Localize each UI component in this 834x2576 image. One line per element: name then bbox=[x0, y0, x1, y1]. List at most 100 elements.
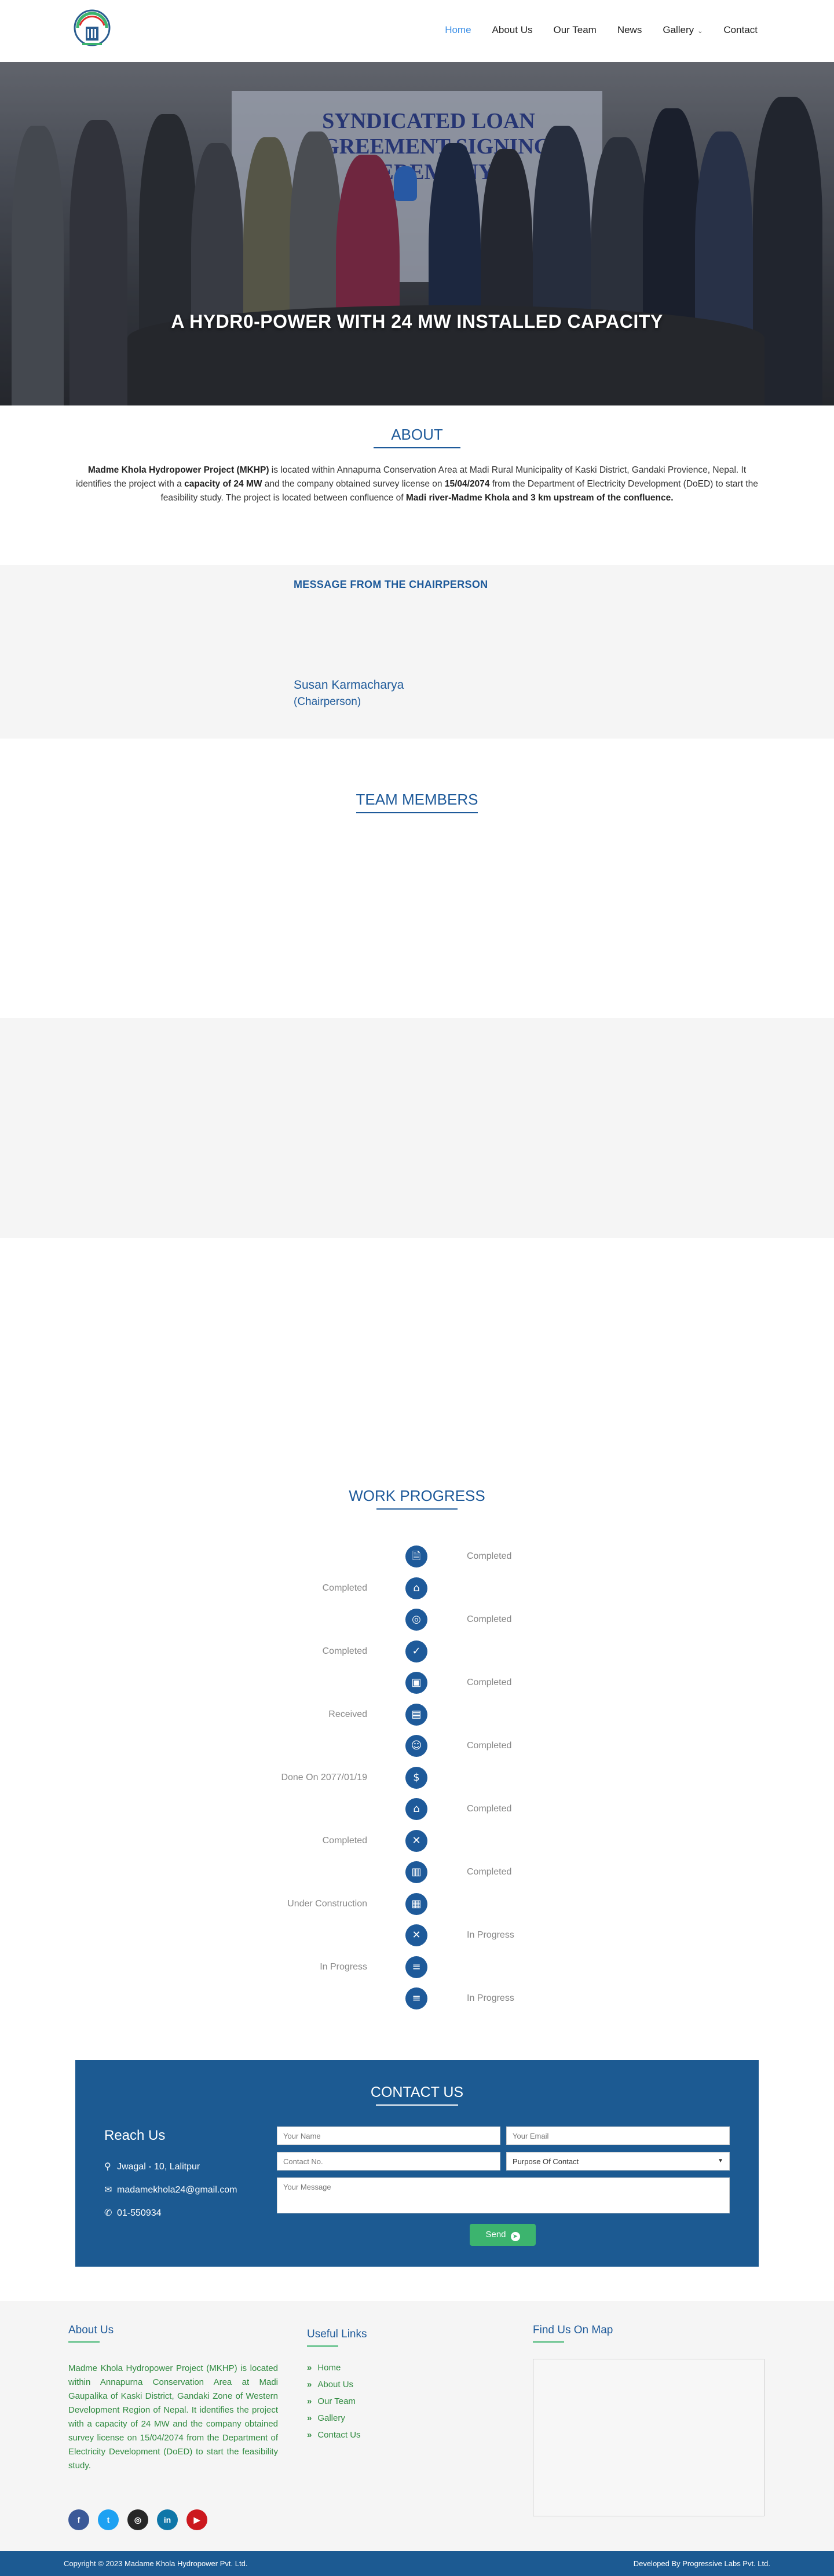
contact-phone[interactable]: ✆ 01-550934 bbox=[104, 2207, 162, 2219]
name-input[interactable]: Your Name bbox=[277, 2126, 500, 2145]
footer-links: » Home » About Us » Our Team » Gallery » Contact … bbox=[307, 2363, 361, 2447]
chairperson-section: MESSAGE FROM THE CHAIRPERSON Susan Karma… bbox=[0, 565, 834, 739]
progress-status: Completed bbox=[467, 1867, 512, 1877]
footer-link-label: Our Team bbox=[317, 2396, 356, 2406]
youtube-icon[interactable]: ▶ bbox=[186, 2509, 207, 2530]
reach-us-title: Reach Us bbox=[104, 2128, 166, 2143]
address-text: Jwagal - 10, Lalitpur bbox=[117, 2162, 200, 2172]
nav-home[interactable]: Home bbox=[445, 24, 471, 36]
contact-address: ⚲ Jwagal - 10, Lalitpur bbox=[104, 2161, 200, 2172]
team-heading-text: TEAM MEMBERS bbox=[356, 791, 478, 808]
calendar-check-icon: ▣ bbox=[405, 1672, 427, 1694]
phone-icon: ✆ bbox=[104, 2208, 112, 2218]
double-chevron-icon: » bbox=[307, 2380, 312, 2389]
hero-banner: SYNDICATED LOAN AGREEMENT SIGNING CEREMO… bbox=[0, 62, 834, 405]
nav-news[interactable]: News bbox=[617, 24, 642, 36]
list-icon: ≡ bbox=[405, 1956, 427, 1978]
footer-link-label: Contact Us bbox=[317, 2430, 361, 2440]
purpose-selected-value: Purpose Of Contact bbox=[513, 2157, 579, 2166]
heading-underline bbox=[68, 2341, 100, 2343]
progress-item: ▣ Completed bbox=[0, 1672, 834, 1695]
main-nav: Home About Us Our Team News Gallery ⌄ Con… bbox=[445, 24, 758, 36]
progress-status: Received bbox=[328, 1709, 367, 1719]
facebook-icon[interactable]: f bbox=[68, 2509, 89, 2530]
progress-item: ✕ Completed bbox=[0, 1829, 834, 1853]
building-icon: ⌂ bbox=[405, 1798, 427, 1820]
email-input[interactable]: Your Email bbox=[506, 2126, 730, 2145]
heading-underline bbox=[376, 1508, 458, 1510]
nav-about[interactable]: About Us bbox=[492, 24, 533, 36]
progress-status: Completed bbox=[467, 1804, 512, 1814]
copyright-text: Copyright © 2023 Madame Khola Hydropower… bbox=[64, 2559, 248, 2568]
footer-links-heading-text: Useful Links bbox=[307, 2328, 367, 2340]
navbar: Home About Us Our Team News Gallery ⌄ Con… bbox=[0, 0, 834, 62]
nav-gallery-label: Gallery bbox=[663, 24, 694, 35]
globe-icon: ◎ bbox=[405, 1609, 427, 1631]
progress-status: Completed bbox=[322, 1835, 367, 1846]
company-logo[interactable] bbox=[72, 8, 112, 52]
map-embed[interactable] bbox=[533, 2359, 765, 2516]
survey-icon: ⌂ bbox=[405, 1577, 427, 1599]
double-chevron-icon: » bbox=[307, 2396, 312, 2406]
progress-item: ≡ In Progress bbox=[0, 1987, 834, 2011]
team-heading: TEAM MEMBERS bbox=[0, 791, 834, 813]
hero-title: A HYDR0-POWER WITH 24 MW INSTALLED CAPAC… bbox=[171, 311, 663, 332]
purpose-select[interactable]: Purpose Of Contact ▼ bbox=[506, 2152, 730, 2171]
developer-credit[interactable]: Developed By Progressive Labs Pvt. Ltd. bbox=[634, 2559, 770, 2568]
footer-link-label: Gallery bbox=[317, 2413, 345, 2423]
instagram-icon[interactable]: ◎ bbox=[127, 2509, 148, 2530]
nav-team[interactable]: Our Team bbox=[553, 24, 596, 36]
send-label: Send bbox=[485, 2230, 506, 2239]
contact-heading-text: CONTACT US bbox=[370, 2084, 464, 2100]
contact-heading: CONTACT US bbox=[75, 2084, 759, 2106]
footer-link-about-us[interactable]: » About Us bbox=[307, 2380, 361, 2396]
about-project-name: Madme Khola Hydropower Project (MKHP) bbox=[87, 465, 269, 475]
progress-status: Done On 2077/01/19 bbox=[281, 1772, 367, 1782]
contact-email[interactable]: ✉ madamekhola24@gmail.com bbox=[104, 2184, 237, 2195]
footer-link-our-team[interactable]: » Our Team bbox=[307, 2396, 361, 2413]
progress-item: ✓ Completed bbox=[0, 1640, 834, 1664]
map-marker-icon: ⚲ bbox=[104, 2162, 111, 2172]
social-links: f t ◎ in ▶ bbox=[68, 2509, 207, 2530]
progress-heading: WORK PROGRESS bbox=[0, 1487, 834, 1510]
menu-icon: ≡ bbox=[405, 1987, 427, 2009]
chairperson-role: (Chairperson) bbox=[294, 696, 361, 708]
message-textarea[interactable]: Your Message bbox=[277, 2177, 730, 2213]
send-button[interactable]: Send ➤ bbox=[470, 2224, 536, 2246]
about-license-date: 15/04/2074 bbox=[444, 479, 490, 489]
nav-contact[interactable]: Contact bbox=[723, 24, 758, 36]
progress-item: 🗎 Completed bbox=[0, 1545, 834, 1569]
contact-number-input[interactable]: Contact No. bbox=[277, 2152, 500, 2171]
document-icon: 🗎 bbox=[405, 1545, 427, 1567]
phone-text: 01-550934 bbox=[117, 2208, 162, 2218]
linkedin-icon[interactable]: in bbox=[157, 2509, 178, 2530]
email-text: madamekhola24@gmail.com bbox=[117, 2185, 237, 2195]
footer-link-label: About Us bbox=[317, 2380, 354, 2389]
progress-item: ▤ Received bbox=[0, 1703, 834, 1727]
footer-link-gallery[interactable]: » Gallery bbox=[307, 2413, 361, 2430]
twitter-icon[interactable]: t bbox=[98, 2509, 119, 2530]
progress-item: ▦ Under Construction bbox=[0, 1892, 834, 1916]
footer-about-text: Madme Khola Hydropower Project (MKHP) is… bbox=[68, 2363, 278, 2471]
footer-link-label: Home bbox=[317, 2363, 341, 2373]
progress-status: Completed bbox=[467, 1741, 512, 1751]
heading-underline bbox=[533, 2341, 564, 2343]
chairperson-label: MESSAGE FROM THE CHAIRPERSON bbox=[294, 579, 488, 590]
contact-section: CONTACT US Reach Us ⚲ Jwagal - 10, Lalitp… bbox=[75, 2060, 759, 2267]
footer-link-contact-us[interactable]: » Contact Us bbox=[307, 2430, 361, 2447]
progress-item: ≡ In Progress bbox=[0, 1956, 834, 1979]
footer-map-heading-text: Find Us On Map bbox=[533, 2324, 613, 2336]
footer: About Us Madme Khola Hydropower Project … bbox=[0, 2301, 834, 2551]
envelope-icon: ✉ bbox=[104, 2185, 112, 2195]
money-icon: $ bbox=[405, 1766, 427, 1789]
nav-gallery[interactable]: Gallery ⌄ bbox=[663, 24, 703, 36]
progress-item: ☺ Completed bbox=[0, 1735, 834, 1758]
progress-status: Under Construction bbox=[287, 1898, 367, 1909]
footer-link-home[interactable]: » Home bbox=[307, 2363, 361, 2380]
double-chevron-icon: » bbox=[307, 2413, 312, 2423]
about-text-part: and the company obtained survey license … bbox=[262, 479, 445, 489]
wrench-icon: ✕ bbox=[405, 1924, 427, 1946]
progress-item: $ Done On 2077/01/19 bbox=[0, 1766, 834, 1790]
about-heading: ABOUT bbox=[0, 426, 834, 448]
chairperson-name: Susan Karmacharya bbox=[294, 678, 404, 692]
